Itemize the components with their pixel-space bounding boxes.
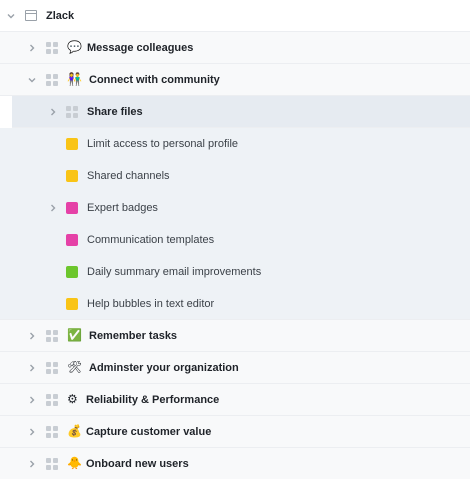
chevron-right-icon[interactable]	[27, 331, 37, 341]
tree-item[interactable]: Daily summary email improvements	[0, 256, 470, 288]
tree-item-label: Limit access to personal profile	[87, 138, 239, 150]
tree-group-label: Onboard new users	[86, 457, 189, 470]
tree-item-label: Shared channels	[87, 170, 170, 182]
tree-item-label: Help bubbles in text editor	[87, 297, 215, 310]
grid-icon	[66, 106, 78, 118]
chevron-right-icon[interactable]	[27, 395, 37, 405]
tree-item[interactable]: Expert badges	[0, 192, 470, 224]
tree-group-label: Connect with community	[89, 73, 220, 86]
chevron-right-icon[interactable]	[27, 363, 37, 373]
status-color-swatch	[66, 138, 78, 150]
chick-icon: 🐥	[67, 456, 82, 470]
tree-item-label: Expert badges	[87, 202, 158, 214]
status-color-swatch	[66, 202, 78, 214]
tree-group-label: Reliability & Performance	[86, 393, 220, 406]
tree-group-label: Message colleagues	[87, 41, 194, 54]
status-color-swatch	[66, 298, 78, 310]
status-color-swatch	[66, 266, 78, 278]
tree-group-remember-tasks[interactable]: ✅ Remember tasks	[0, 320, 470, 352]
tree-group-label: Adminster your organization	[89, 361, 239, 374]
grid-icon	[46, 362, 58, 374]
tree-item[interactable]: Communication templates	[0, 224, 470, 256]
grid-icon	[46, 42, 58, 54]
people-icon: 👫	[67, 72, 82, 86]
chevron-right-icon[interactable]	[27, 43, 37, 53]
feature-tree: Zlack 💬 Message colleagues 👫 Connect wit…	[0, 0, 470, 479]
money-bag-icon: 💰	[67, 424, 82, 438]
grid-icon	[46, 458, 58, 470]
tree-item[interactable]: Shared channels	[0, 160, 470, 192]
speech-bubble-icon: 💬	[67, 40, 82, 54]
gear-icon: ⚙	[67, 392, 78, 406]
chevron-down-icon[interactable]	[27, 75, 37, 85]
tree-group-onboard-new-users[interactable]: 🐥 Onboard new users	[0, 448, 470, 479]
tree-group-label: Capture customer value	[86, 425, 212, 438]
check-mark-icon: ✅	[67, 328, 82, 342]
tree-group-capture-customer-value[interactable]: 💰 Capture customer value	[0, 416, 470, 448]
tree-group-label: Remember tasks	[89, 329, 178, 342]
window-icon	[25, 10, 37, 21]
chevron-right-icon[interactable]	[27, 459, 37, 469]
tree-root-label: Zlack	[46, 9, 75, 22]
tree-group-adminster-organization[interactable]: 🛠 Adminster your organization	[0, 352, 470, 384]
tree-group-message-colleagues[interactable]: 💬 Message colleagues	[0, 32, 470, 64]
tree-item[interactable]: Help bubbles in text editor	[0, 288, 470, 320]
tree-subgroup-label: Share files	[87, 105, 143, 118]
tree-item-label: Daily summary email improvements	[87, 266, 262, 278]
grid-icon	[46, 330, 58, 342]
chevron-right-icon[interactable]	[27, 427, 37, 437]
status-color-swatch	[66, 170, 78, 182]
tools-icon: 🛠	[67, 360, 83, 374]
tree-group-connect-with-community[interactable]: 👫 Connect with community	[0, 64, 470, 96]
grid-icon	[46, 74, 58, 86]
tree-item-label: Communication templates	[87, 234, 215, 246]
grid-icon	[46, 426, 58, 438]
tree-subgroup-share-files[interactable]: Share files	[12, 96, 470, 128]
status-color-swatch	[66, 234, 78, 246]
grid-icon	[46, 394, 58, 406]
chevron-right-icon[interactable]	[48, 203, 58, 213]
chevron-down-icon[interactable]	[6, 11, 16, 21]
tree-root-zlack[interactable]: Zlack	[0, 0, 470, 32]
chevron-right-icon[interactable]	[48, 107, 58, 117]
tree-group-reliability-performance[interactable]: ⚙ Reliability & Performance	[0, 384, 470, 416]
tree-item[interactable]: Limit access to personal profile	[0, 128, 470, 160]
